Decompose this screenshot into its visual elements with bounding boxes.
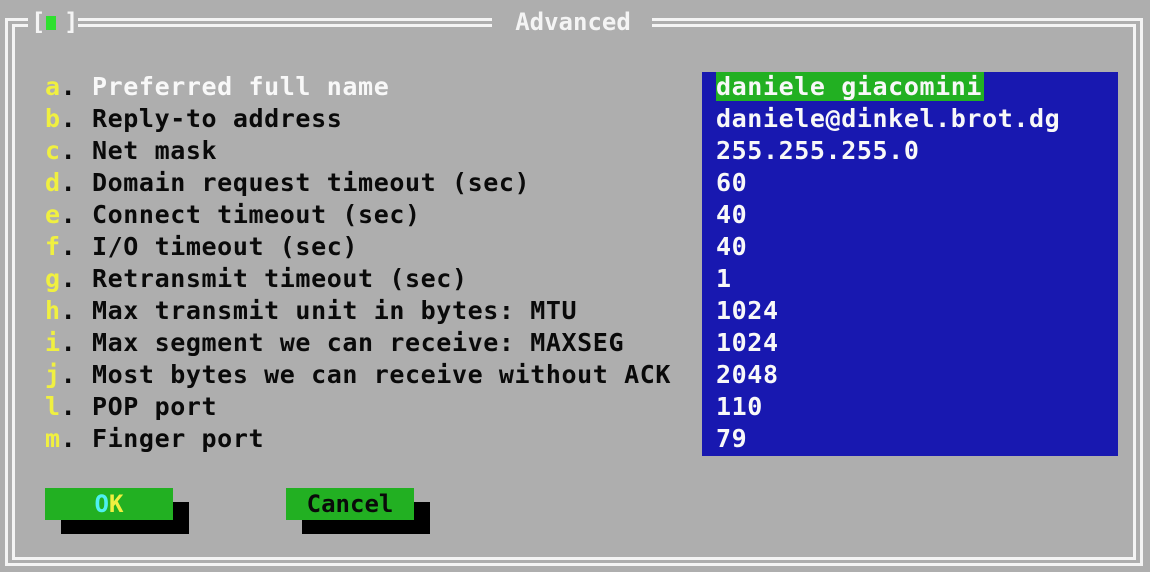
field-value-f[interactable]: 40 — [716, 231, 1060, 263]
ok-button[interactable]: OK — [45, 488, 173, 520]
field-value-i[interactable]: 1024 — [716, 327, 1060, 359]
field-label: Preferred full name — [91, 72, 390, 101]
field-value-text[interactable]: 110 — [716, 392, 763, 421]
field-hotkey: j — [45, 360, 61, 389]
field-value-l[interactable]: 110 — [716, 391, 1060, 423]
field-hotkey: l — [45, 392, 61, 421]
field-value-text[interactable]: 1024 — [716, 296, 779, 325]
field-value-text[interactable]: 1024 — [716, 328, 779, 357]
field-label: Most bytes we can receive without ACK — [91, 360, 672, 389]
field-hotkey-separator: . — [60, 104, 92, 133]
field-value-text[interactable]: 60 — [716, 168, 747, 197]
field-label: Domain request timeout (sec) — [91, 168, 531, 197]
field-label: Max transmit unit in bytes: MTU — [91, 296, 578, 325]
field-row-d[interactable]: d. Domain request timeout (sec) — [45, 167, 671, 199]
field-value-text[interactable]: 40 — [716, 232, 747, 261]
field-label: Reply-to address — [91, 104, 343, 133]
field-row-i[interactable]: i. Max segment we can receive: MAXSEG — [45, 327, 671, 359]
field-row-e[interactable]: e. Connect timeout (sec) — [45, 199, 671, 231]
cancel-button[interactable]: Cancel — [286, 488, 414, 520]
field-value-text[interactable]: daniele giacomini — [716, 72, 985, 101]
field-hotkey-separator: . — [60, 296, 92, 325]
field-row-c[interactable]: c. Net mask — [45, 135, 671, 167]
field-row-a[interactable]: a. Preferred full name — [45, 71, 671, 103]
field-hotkey-separator: . — [60, 264, 92, 293]
field-value-d[interactable]: 60 — [716, 167, 1060, 199]
field-label: I/O timeout (sec) — [91, 232, 359, 261]
field-hotkey-separator: . — [60, 328, 92, 357]
field-row-m[interactable]: m. Finger port — [45, 423, 671, 455]
field-row-l[interactable]: l. POP port — [45, 391, 671, 423]
field-value-text[interactable]: 79 — [716, 424, 747, 453]
field-value-c[interactable]: 255.255.255.0 — [716, 135, 1060, 167]
field-value-j[interactable]: 2048 — [716, 359, 1060, 391]
field-label: Finger port — [91, 424, 265, 453]
field-hotkey-separator: . — [60, 360, 92, 389]
field-hotkey-separator: . — [60, 200, 92, 229]
field-value-b[interactable]: daniele@dinkel.brot.dg — [716, 103, 1060, 135]
field-hotkey-separator: . — [60, 72, 92, 101]
field-value-h[interactable]: 1024 — [716, 295, 1060, 327]
field-row-g[interactable]: g. Retransmit timeout (sec) — [45, 263, 671, 295]
field-hotkey: e — [45, 200, 61, 229]
close-box-left-bracket: [ — [31, 8, 46, 36]
field-value-e[interactable]: 40 — [716, 199, 1060, 231]
field-hotkey-separator: . — [60, 392, 92, 421]
field-label: Connect timeout (sec) — [91, 200, 421, 229]
field-value-text[interactable]: 255.255.255.0 — [716, 136, 919, 165]
field-hotkey: f — [45, 232, 61, 261]
field-value-g[interactable]: 1 — [716, 263, 1060, 295]
field-hotkey: h — [45, 296, 61, 325]
close-box[interactable]: [ ] — [28, 6, 78, 38]
close-square-icon[interactable] — [46, 16, 56, 30]
field-value-text[interactable]: 40 — [716, 200, 747, 229]
field-label: POP port — [91, 392, 218, 421]
field-value-text[interactable]: 2048 — [716, 360, 779, 389]
field-row-h[interactable]: h. Max transmit unit in bytes: MTU — [45, 295, 671, 327]
ok-button-label-rest: K — [109, 490, 124, 518]
field-label: Net mask — [91, 136, 218, 165]
field-hotkey-separator: . — [60, 424, 92, 453]
field-value-a[interactable]: daniele giacomini — [716, 71, 1060, 103]
field-value-text[interactable]: daniele@dinkel.brot.dg — [716, 104, 1060, 133]
field-hotkey-separator: . — [60, 232, 92, 261]
field-row-f[interactable]: f. I/O timeout (sec) — [45, 231, 671, 263]
field-hotkey: i — [45, 328, 61, 357]
close-box-right-bracket: ] — [64, 8, 79, 36]
field-hotkey-separator: . — [60, 168, 92, 197]
field-hotkey: b — [45, 104, 61, 133]
field-value-text[interactable]: 1 — [716, 264, 732, 293]
field-label: Max segment we can receive: MAXSEG — [91, 328, 625, 357]
field-hotkey: d — [45, 168, 61, 197]
field-hotkey: a — [45, 72, 61, 101]
field-hotkey-separator: . — [60, 136, 92, 165]
field-labels: a. Preferred full name b. Reply-to addres… — [45, 71, 671, 455]
field-values: daniele giacomini daniele@dinkel.brot.dg 2… — [716, 71, 1060, 455]
field-label: Retransmit timeout (sec) — [91, 264, 468, 293]
field-row-b[interactable]: b. Reply-to address — [45, 103, 671, 135]
field-hotkey: g — [45, 264, 61, 293]
field-hotkey: m — [45, 424, 61, 453]
field-value-m[interactable]: 79 — [716, 423, 1060, 455]
window-title: Advanced — [515, 8, 631, 36]
ok-button-hotkey: O — [94, 490, 109, 518]
field-row-j[interactable]: j. Most bytes we can receive without ACK — [45, 359, 671, 391]
field-hotkey: c — [45, 136, 61, 165]
